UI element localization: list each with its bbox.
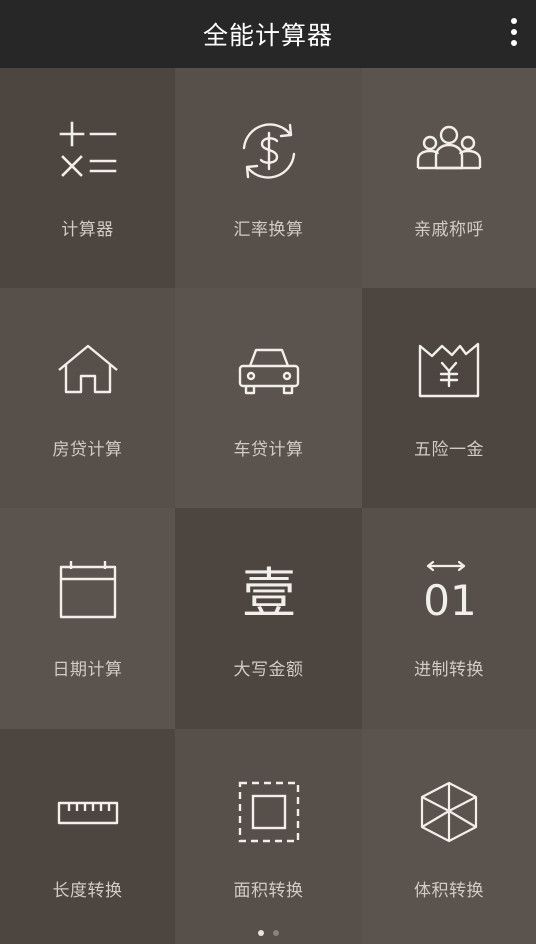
tile-label: 面积转换 [233,881,304,901]
tile-label: 汇率换算 [233,220,304,240]
uppercase-one-glyph: 壹 [242,562,296,625]
area-icon [234,777,304,847]
tile-base-conversion[interactable]: 01 进制转换 [362,508,536,729]
binary-icon: 01 [414,556,484,626]
tile-calculator[interactable]: 计算器 [0,68,175,288]
tile-mortgage[interactable]: 房贷计算 [0,288,175,508]
tile-currency-exchange[interactable]: 汇率换算 [175,68,362,288]
tile-label: 日期计算 [52,660,123,680]
tile-label: 房贷计算 [52,440,123,460]
tile-label: 进制转换 [414,660,484,680]
calculator-icon [53,116,123,186]
tile-length[interactable]: 长度转换 [0,729,175,944]
house-icon [53,336,123,406]
tile-label: 五险一金 [414,440,484,460]
currency-exchange-icon [234,116,304,186]
more-vert-icon-dot [511,40,517,46]
more-vert-icon-dot [511,29,517,35]
calendar-icon [53,556,123,626]
tile-area[interactable]: 面积转换 [175,729,362,944]
binary-digits-glyph: 01 [423,576,476,625]
family-icon [414,116,484,186]
tile-label: 大写金额 [233,660,304,680]
app-title: 全能计算器 [202,21,333,50]
tile-label: 体积转换 [414,881,484,901]
more-vert-icon [511,18,517,24]
tile-label: 亲戚称呼 [414,220,484,240]
car-icon [234,336,304,406]
app-bar: 全能计算器 [0,0,536,68]
cube-icon [414,777,484,847]
page-dot-active[interactable] [257,930,264,936]
tile-uppercase-amount[interactable]: 壹 大写金额 [175,508,362,729]
page-indicator [0,930,536,938]
ruler-icon [53,777,123,847]
tile-label: 车贷计算 [233,440,304,460]
tile-relatives[interactable]: 亲戚称呼 [362,68,536,288]
tile-date[interactable]: 日期计算 [0,508,175,729]
tile-volume[interactable]: 体积转换 [362,729,536,944]
tile-car-loan[interactable]: 车贷计算 [175,288,362,508]
yuan-envelope-icon [414,336,484,406]
tile-social-insurance[interactable]: 五险一金 [362,288,536,508]
page-dot[interactable] [272,930,279,936]
tool-grid: 计算器 汇率换算 亲戚称呼 房贷计算 车贷计算 五险一金 日期计算 壹 大写金额… [0,68,536,944]
tile-label: 长度转换 [52,881,123,901]
tile-label: 计算器 [61,220,114,240]
chinese-numeral-icon: 壹 [234,556,304,626]
more-options-button[interactable] [500,12,528,52]
